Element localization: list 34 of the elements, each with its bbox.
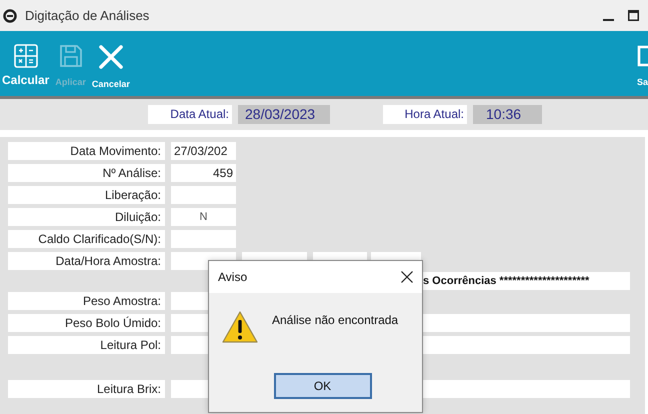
field-label: Data Movimento: [8, 142, 165, 160]
warning-icon [222, 311, 258, 343]
minimize-icon [603, 19, 614, 21]
close-icon [401, 271, 413, 283]
input-field[interactable] [171, 230, 236, 248]
calculator-icon [14, 44, 38, 68]
occurrences-banner: s Ocorrências ********************* [420, 272, 630, 290]
field-label: Leitura Brix: [8, 380, 165, 398]
field-label: Diluição: [8, 208, 165, 226]
input-field[interactable]: N [171, 208, 236, 226]
field-label: Leitura Pol: [8, 336, 165, 354]
dialog-title: Aviso [218, 270, 248, 284]
ok-button[interactable]: OK [274, 373, 372, 399]
field-label: Peso Bolo Úmido: [8, 314, 165, 332]
field-label: Nº Análise: [8, 164, 165, 182]
app-logo-icon [3, 8, 17, 22]
date-label: Data Atual: [148, 105, 232, 124]
exit-icon [636, 44, 648, 68]
input-field[interactable] [171, 186, 236, 204]
input-field[interactable]: 459 [171, 164, 236, 182]
field-label: Liberação: [8, 186, 165, 204]
field-label: Peso Amostra: [8, 292, 165, 310]
field-label: Data/Hora Amostra: [8, 252, 165, 270]
input-field[interactable]: 27/03/202 [171, 142, 236, 160]
dialog-message: Análise não encontrada [272, 313, 398, 327]
maximize-button[interactable] [628, 10, 639, 21]
window-title: Digitação de Análises [25, 8, 150, 23]
time-label: Hora Atual: [383, 105, 467, 124]
close-icon [98, 44, 124, 70]
close-button[interactable] [401, 271, 413, 283]
time-field: 10:36 [473, 105, 542, 124]
field-label: Caldo Clarificado(S/N): [8, 230, 165, 248]
maximize-icon [628, 10, 639, 21]
date-field: 28/03/2023 [238, 105, 330, 124]
